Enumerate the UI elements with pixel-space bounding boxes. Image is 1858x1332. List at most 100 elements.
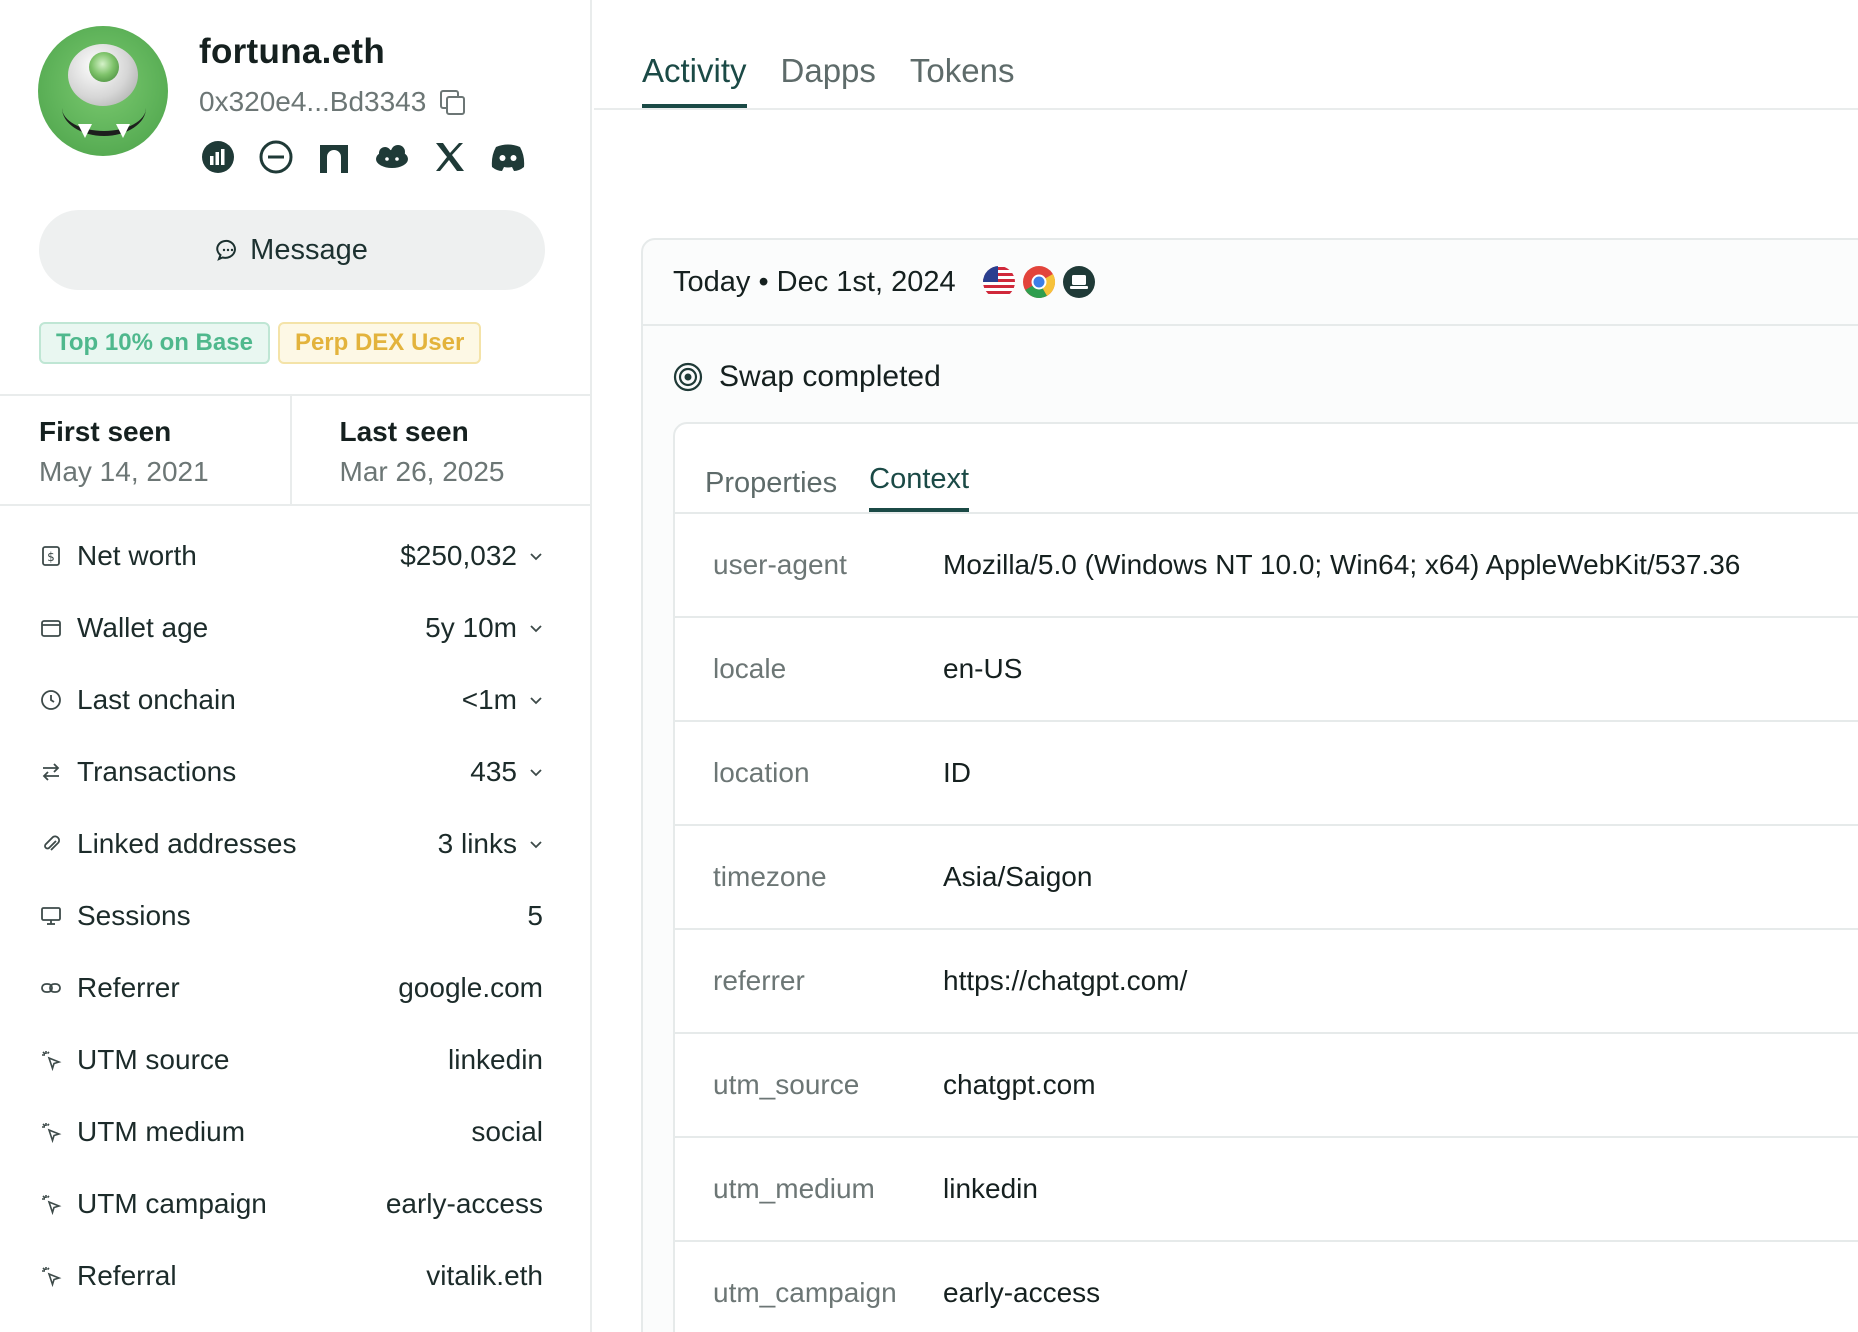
tab-properties[interactable]: Properties — [705, 467, 837, 512]
activity-card: Today • Dec 1st, 2024 Swap completed Pro… — [641, 238, 1858, 1332]
stat-value: 5y 10m — [425, 612, 517, 643]
sparkle-cursor-icon — [39, 1192, 63, 1216]
chat-bubble-icon — [216, 239, 237, 261]
badge-top-base: Top 10% on Base — [39, 322, 270, 364]
stat-value: $250,032 — [400, 540, 517, 571]
main-tabs: Activity Dapps Tokens — [642, 52, 1014, 108]
tab-context[interactable]: Context — [869, 463, 970, 512]
context-key: timezone — [713, 861, 827, 892]
context-value: https://chatgpt.com/ — [943, 965, 1188, 996]
context-row: timezone Asia/Saigon — [675, 826, 1858, 930]
message-button[interactable]: Message — [39, 210, 545, 290]
context-row: utm_campaign early-access — [675, 1242, 1858, 1332]
stat-label: Referrer — [77, 972, 180, 1003]
context-key: location — [713, 757, 810, 788]
last-seen-value: Mar 26, 2025 — [339, 456, 505, 487]
avatar — [38, 26, 168, 156]
clock-icon — [39, 688, 63, 712]
context-value: ID — [943, 757, 971, 788]
badge-perp-dex: Perp DEX User — [277, 322, 482, 364]
profile-name: fortuna.eth — [199, 32, 386, 71]
stat-value: 3 links — [437, 828, 517, 859]
first-seen: First seen May 14, 2021 — [0, 396, 290, 504]
arch-icon[interactable] — [315, 138, 353, 176]
x-icon[interactable] — [431, 138, 469, 176]
stat-label: UTM campaign — [77, 1188, 267, 1219]
activity-card-header: Today • Dec 1st, 2024 — [643, 240, 1858, 326]
chevron-down-icon[interactable] — [529, 621, 543, 635]
last-seen-label: Last seen — [339, 416, 469, 447]
wallet-icon — [39, 616, 63, 640]
stat-value: <1m — [461, 684, 517, 715]
context-row: user-agent Mozilla/5.0 (Windows NT 10.0;… — [675, 514, 1858, 618]
stat-wallet-age[interactable]: Wallet age 5y 10m — [39, 592, 543, 664]
stat-value: linkedin — [448, 1044, 543, 1075]
stat-label: Referral — [77, 1260, 177, 1291]
stat-transactions[interactable]: Transactions 435 — [39, 736, 543, 808]
context-value: linkedin — [943, 1173, 1038, 1204]
stat-last-onchain[interactable]: Last onchain <1m — [39, 664, 543, 736]
stat-referrer: Referrer google.com — [39, 952, 543, 1024]
stat-label: Sessions — [77, 900, 191, 931]
sparkle-cursor-icon — [39, 1264, 63, 1288]
stat-label: Net worth — [77, 540, 197, 571]
wallet-address-text: 0x320e4...Bd3343 — [199, 86, 427, 117]
stat-label: UTM medium — [77, 1116, 246, 1147]
stat-label: Transactions — [77, 756, 237, 787]
stat-utm-source: UTM source linkedin — [39, 1024, 543, 1096]
event-title: Swap completed — [719, 360, 941, 393]
paperclip-icon — [39, 832, 63, 856]
stat-label: Wallet age — [77, 612, 209, 643]
sparkle-cursor-icon — [39, 1120, 63, 1144]
stat-utm-medium: UTM medium social — [39, 1096, 543, 1168]
profile-sidebar: fortuna.eth 0x320e4...Bd3343 Message Top… — [0, 0, 592, 1332]
context-key: user-agent — [713, 549, 847, 580]
chart-icon[interactable] — [199, 138, 237, 176]
context-key: utm_source — [713, 1069, 860, 1100]
activity-date: Today • Dec 1st, 2024 — [673, 265, 956, 298]
chevron-down-icon[interactable] — [529, 693, 543, 707]
badges: Top 10% on Base Perp DEX User — [39, 322, 482, 364]
stat-value: 5 — [527, 900, 543, 931]
stat-utm-campaign: UTM campaign early-access — [39, 1168, 543, 1240]
us-flag-icon — [982, 266, 1015, 298]
discord-icon[interactable] — [489, 138, 527, 176]
tab-tokens[interactable]: Tokens — [910, 52, 1015, 108]
message-button-label: Message — [250, 233, 368, 266]
context-key: locale — [713, 653, 787, 684]
context-value: en-US — [943, 653, 1023, 684]
chevron-down-icon[interactable] — [529, 765, 543, 779]
chevron-down-icon[interactable] — [529, 549, 543, 563]
dollar-icon: $ — [39, 544, 63, 568]
desktop-icon — [1062, 266, 1095, 298]
sparkle-cursor-icon — [39, 1048, 63, 1072]
stat-value: vitalik.eth — [426, 1260, 543, 1291]
chrome-icon — [1022, 266, 1055, 299]
context-key: utm_campaign — [713, 1277, 897, 1308]
tab-activity[interactable]: Activity — [642, 52, 747, 108]
link-icon — [39, 976, 63, 1000]
stat-net-worth[interactable]: $ Net worth $250,032 — [39, 520, 543, 592]
context-row: locale en-US — [675, 618, 1858, 722]
context-value: Asia/Saigon — [943, 861, 1093, 892]
chevron-down-icon[interactable] — [529, 837, 543, 851]
context-value: early-access — [943, 1277, 1101, 1308]
event-row: Swap completed — [673, 360, 941, 394]
monitor-icon — [39, 904, 63, 928]
tab-dapps[interactable]: Dapps — [781, 52, 876, 108]
cloud-icon[interactable] — [373, 138, 411, 176]
svg-text:$: $ — [47, 550, 55, 564]
social-links — [199, 138, 527, 176]
context-row: location ID — [675, 722, 1858, 826]
stats-list: $ Net worth $250,032 Wallet age 5y 10m L… — [39, 520, 543, 1312]
context-key: referrer — [713, 965, 805, 996]
stat-label: UTM source — [77, 1044, 230, 1075]
lens-icon[interactable] — [257, 138, 295, 176]
copy-icon[interactable] — [440, 90, 466, 115]
session-icons — [982, 265, 1096, 299]
stat-value: early-access — [385, 1188, 543, 1219]
stat-label: Last onchain — [77, 684, 236, 715]
stat-linked-addresses[interactable]: Linked addresses 3 links — [39, 808, 543, 880]
context-row: utm_source chatgpt.com — [675, 1034, 1858, 1138]
event-details-panel: Properties Context user-agent Mozilla/5.… — [673, 422, 1858, 1332]
